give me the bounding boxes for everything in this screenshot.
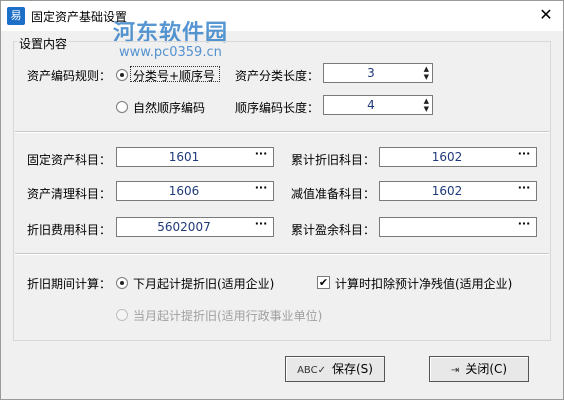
close-window-button[interactable]: ✕ <box>533 4 559 26</box>
spin-down-icon[interactable]: ▼ <box>424 106 429 113</box>
fixed-asset-account-label: 固定资产科目： <box>27 153 112 167</box>
asset-clearance-account-field[interactable]: 1606 ··· <box>116 181 274 201</box>
spellcheck-icon: ABC✓ <box>297 365 326 376</box>
group-legend: 设置内容 <box>17 35 70 52</box>
impairment-account-value: 1602 <box>431 184 463 198</box>
radio-current-month[interactable] <box>116 309 128 321</box>
category-length-label: 资产分类长度： <box>235 69 320 83</box>
radio-next-month-label[interactable]: 下月起计提折旧(适用企业) <box>133 275 274 292</box>
depr-expense-account-label: 折旧费用科目： <box>27 223 112 237</box>
category-length-spinner[interactable]: 3 ▲ ▼ <box>323 63 433 83</box>
radio-category-seq[interactable] <box>116 69 128 81</box>
accum-surplus-account-label: 累计盈余科目： <box>291 223 376 237</box>
ellipsis-icon[interactable]: ··· <box>252 218 270 235</box>
impairment-account-label: 减值准备科目： <box>291 187 376 201</box>
ellipsis-icon[interactable]: ··· <box>515 218 533 235</box>
save-button-label: 保存(S) <box>331 362 373 376</box>
accum-depr-account-label: 累计折旧科目： <box>291 153 376 167</box>
accum-depr-account-value: 1602 <box>431 150 463 164</box>
ellipsis-icon[interactable]: ··· <box>252 148 270 165</box>
spin-arrows[interactable]: ▲ ▼ <box>418 64 432 82</box>
accum-surplus-account-field[interactable]: ··· <box>379 217 537 237</box>
impairment-account-field[interactable]: 1602 ··· <box>379 181 537 201</box>
radio-category-seq-label[interactable]: 分类号+顺序号 <box>133 67 215 84</box>
spin-down-icon[interactable]: ▼ <box>424 74 429 81</box>
save-button[interactable]: ABC✓ 保存(S) <box>285 356 385 382</box>
depr-period-label: 折旧期间计算： <box>27 277 112 291</box>
asset-clearance-account-label: 资产清理科目： <box>27 187 112 201</box>
close-button-label: 关闭(C) <box>465 362 508 376</box>
depr-expense-account-value: 5602007 <box>157 220 211 234</box>
spin-arrows[interactable]: ▲ ▼ <box>418 96 432 114</box>
spin-up-icon[interactable]: ▲ <box>424 66 429 73</box>
deduct-residual-checkbox[interactable]: ✔ <box>317 276 330 289</box>
dialog-window: 易 固定资产基础设置 ✕ 河东软件园 www.pc0359.cn 设置内容 资产… <box>0 0 564 400</box>
sequence-length-value: 4 <box>367 98 375 112</box>
category-length-value: 3 <box>367 66 375 80</box>
radio-next-month[interactable] <box>116 277 128 289</box>
separator <box>15 131 549 133</box>
fixed-asset-account-value: 1601 <box>168 150 200 164</box>
sequence-length-label: 顺序编码长度： <box>235 101 320 115</box>
ellipsis-icon[interactable]: ··· <box>515 148 533 165</box>
exit-icon: ⇥ <box>450 365 460 376</box>
radio-natural-seq-label[interactable]: 自然顺序编码 <box>133 99 205 116</box>
sequence-length-spinner[interactable]: 4 ▲ ▼ <box>323 95 433 115</box>
fixed-asset-account-field[interactable]: 1601 ··· <box>116 147 274 167</box>
close-button[interactable]: ⇥ 关闭(C) <box>429 356 529 382</box>
radio-natural-seq[interactable] <box>116 101 128 113</box>
app-icon: 易 <box>7 7 25 25</box>
ellipsis-icon[interactable]: ··· <box>252 182 270 199</box>
ellipsis-icon[interactable]: ··· <box>515 182 533 199</box>
deduct-residual-label[interactable]: 计算时扣除预计净残值(适用企业) <box>335 275 512 292</box>
coding-rule-label: 资产编码规则： <box>27 69 112 83</box>
radio-current-month-label[interactable]: 当月起计提折旧(适用行政事业单位) <box>133 307 322 324</box>
accum-depr-account-field[interactable]: 1602 ··· <box>379 147 537 167</box>
title-bar: 易 固定资产基础设置 ✕ <box>1 1 563 31</box>
spin-up-icon[interactable]: ▲ <box>424 98 429 105</box>
separator <box>15 253 549 255</box>
asset-clearance-account-value: 1606 <box>168 184 200 198</box>
depr-expense-account-field[interactable]: 5602007 ··· <box>116 217 274 237</box>
